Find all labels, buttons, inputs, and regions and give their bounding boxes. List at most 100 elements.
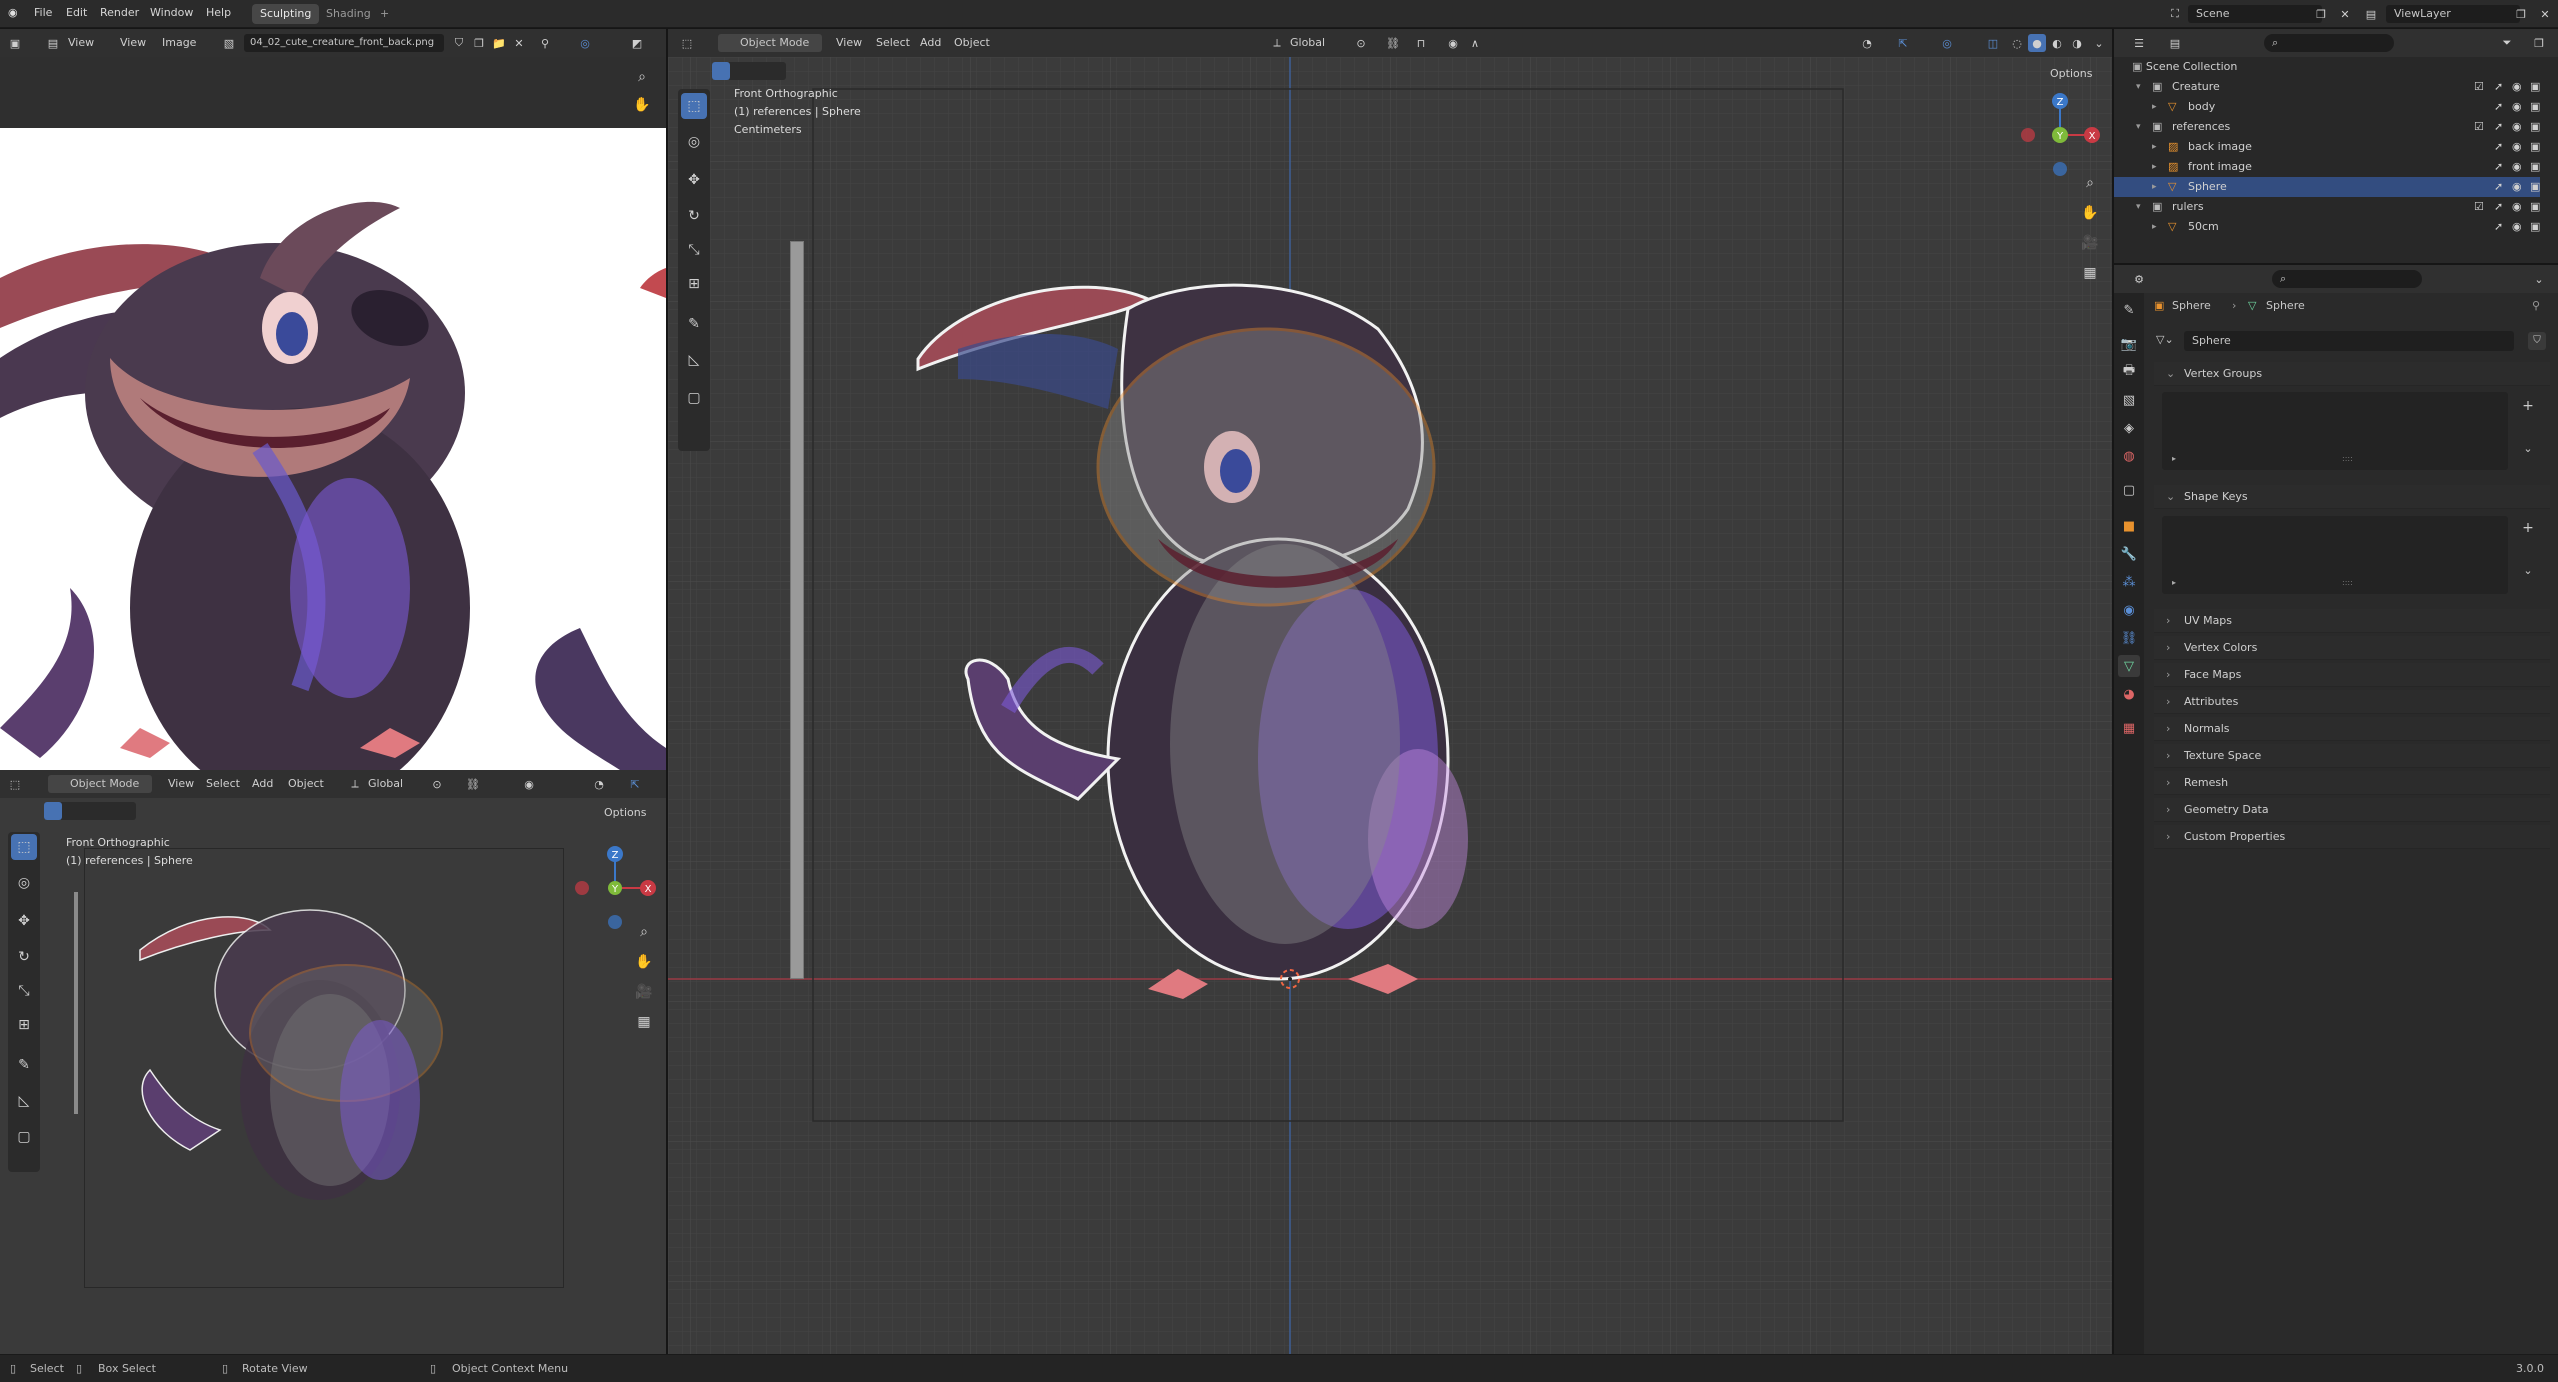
image-name-field[interactable]: 04_02_cute_creature_front_back.png xyxy=(244,34,444,52)
new-collection-icon[interactable]: ❐ xyxy=(2530,34,2548,52)
duplicate-image-icon[interactable]: ❐ xyxy=(470,34,488,52)
visibility-eye-icon[interactable]: ◉ xyxy=(2512,177,2522,197)
outliner-row[interactable]: ▾ ▣ Creature ☑ ➚ ◉ ▣ xyxy=(2114,77,2540,97)
particles-tab-icon[interactable]: ⁂ xyxy=(2118,571,2140,593)
menu-object[interactable]: Object xyxy=(288,775,324,793)
outliner-row[interactable]: ▸ ▽ body ➚ ◉ ▣ xyxy=(2114,97,2540,117)
outliner-row[interactable]: ▸ ▨ front image ➚ ◉ ▣ xyxy=(2114,157,2540,177)
render-tab-icon[interactable]: 📷 xyxy=(2118,333,2140,355)
new-scene-icon[interactable]: ❐ xyxy=(2312,5,2330,23)
cursor-tool-icon[interactable]: ◎ xyxy=(11,870,37,896)
visibility-eye-icon[interactable]: ◉ xyxy=(2512,97,2522,117)
menu-select[interactable]: Select xyxy=(876,34,910,52)
menu-add[interactable]: Add xyxy=(252,775,273,793)
panel-texture-space[interactable]: › Texture Space xyxy=(2154,744,2550,768)
selection-mode-buttons[interactable] xyxy=(712,62,786,80)
annotate-tool-icon[interactable]: ✎ xyxy=(681,311,707,337)
menu-help[interactable]: Help xyxy=(206,6,231,19)
transform-tool-icon[interactable]: ⊞ xyxy=(11,1012,37,1038)
menu-view[interactable]: View xyxy=(120,34,146,52)
options-dropdown[interactable]: Options xyxy=(2050,65,2092,83)
snap-target-icon[interactable]: ⊓ xyxy=(1412,34,1430,52)
filter-icon[interactable]: ⏷ xyxy=(2498,34,2516,52)
snap-icon[interactable]: ⛓ xyxy=(1384,34,1402,52)
measure-tool-icon[interactable]: ◺ xyxy=(681,347,707,373)
render-camera-icon[interactable]: ▣ xyxy=(2530,117,2540,137)
add-workspace-button[interactable]: + xyxy=(372,4,397,24)
visibility-eye-icon[interactable]: ◉ xyxy=(2512,217,2522,237)
object-tab-icon[interactable]: ■ xyxy=(2118,515,2140,537)
panel-remesh[interactable]: › Remesh xyxy=(2154,771,2550,795)
orientation-icon[interactable]: ⟂ xyxy=(346,775,364,793)
rotate-tool-icon[interactable]: ↻ xyxy=(11,944,37,970)
select-new-icon[interactable] xyxy=(712,62,730,80)
viewport-main[interactable]: ⬚ Object Mode View Select Add Object ⟂ G… xyxy=(668,29,2112,1354)
scale-tool-icon[interactable]: ⤡ xyxy=(681,237,707,263)
menu-add[interactable]: Add xyxy=(920,34,941,52)
shape-key-menu-icon[interactable]: ⌄ xyxy=(2518,564,2538,582)
view-mode-icon[interactable]: ▤ xyxy=(44,34,62,52)
zoom-icon[interactable]: ⌕ xyxy=(632,920,656,944)
scale-tool-icon[interactable]: ⤡ xyxy=(11,978,37,1004)
visibility-eye-icon[interactable]: ◉ xyxy=(2512,157,2522,177)
new-viewlayer-icon[interactable]: ❐ xyxy=(2512,5,2530,23)
panel-vertex-colors[interactable]: › Vertex Colors xyxy=(2154,636,2550,660)
select-new-icon[interactable] xyxy=(44,802,62,820)
mesh-data-tab-icon[interactable]: ▽ xyxy=(2118,655,2140,677)
delete-scene-icon[interactable]: ✕ xyxy=(2336,5,2354,23)
selectable-icon[interactable]: ➚ xyxy=(2494,217,2503,237)
transform-tool-icon[interactable]: ⊞ xyxy=(681,271,707,297)
editor-type-icon[interactable]: ☰ xyxy=(2130,34,2148,52)
gizmo-toggle-icon[interactable]: ⇱ xyxy=(1894,34,1912,52)
menu-view[interactable]: View xyxy=(168,775,194,793)
exclude-checkbox[interactable]: ☑ xyxy=(2474,117,2484,137)
shading-solid-icon[interactable]: ● xyxy=(2028,34,2046,52)
mode-selector[interactable]: Object Mode xyxy=(718,34,822,52)
proportional-edit-icon[interactable]: ◉ xyxy=(520,775,538,793)
editor-type-icon[interactable]: ⬚ xyxy=(678,34,696,52)
disclosure-closed-icon[interactable]: ▸ xyxy=(2152,217,2157,237)
panel-normals[interactable]: › Normals xyxy=(2154,717,2550,741)
render-camera-icon[interactable]: ▣ xyxy=(2530,217,2540,237)
pan-hand-icon[interactable]: ✋ xyxy=(2078,201,2102,225)
ortho-grid-icon[interactable]: ▦ xyxy=(632,1010,656,1034)
pan-hand-icon[interactable]: ✋ xyxy=(630,93,654,117)
shading-material-icon[interactable]: ◐ xyxy=(2048,34,2066,52)
render-camera-icon[interactable]: ▣ xyxy=(2530,137,2540,157)
image-view-dropdown[interactable]: View xyxy=(68,34,94,52)
selectable-icon[interactable]: ➚ xyxy=(2494,97,2503,117)
panel-face-maps[interactable]: › Face Maps xyxy=(2154,663,2550,687)
rotate-tool-icon[interactable]: ↻ xyxy=(681,203,707,229)
render-camera-icon[interactable]: ▣ xyxy=(2530,177,2540,197)
zoom-icon[interactable]: ⌕ xyxy=(2078,171,2102,195)
render-camera-icon[interactable]: ▣ xyxy=(2530,197,2540,217)
collection-tab-icon[interactable]: ▢ xyxy=(2118,479,2140,501)
mesh-name-field[interactable]: Sphere xyxy=(2184,331,2514,351)
visibility-icon[interactable]: ◔ xyxy=(1858,34,1876,52)
selectable-icon[interactable]: ➚ xyxy=(2494,137,2503,157)
exclude-checkbox[interactable]: ☑ xyxy=(2474,77,2484,97)
selectable-icon[interactable]: ➚ xyxy=(2494,177,2503,197)
outliner-row[interactable]: ▾ ▣ rulers ☑ ➚ ◉ ▣ xyxy=(2114,197,2540,217)
editor-type-icon[interactable]: ▣ xyxy=(6,34,24,52)
3d-cursor-icon[interactable] xyxy=(1278,967,1302,991)
scene-tab-icon[interactable]: ◈ xyxy=(2118,417,2140,439)
resize-grip-icon[interactable]: :::: xyxy=(2342,578,2353,587)
outliner-row[interactable]: ▸ ▽ 50cm ➚ ◉ ▣ xyxy=(2114,217,2540,237)
vertex-group-menu-icon[interactable]: ⌄ xyxy=(2518,442,2538,460)
disclosure-open-icon[interactable]: ▾ xyxy=(2136,77,2141,97)
fake-user-icon[interactable]: ⛉ xyxy=(450,34,468,52)
menu-select[interactable]: Select xyxy=(206,775,240,793)
camera-view-icon[interactable]: 🎥 xyxy=(2078,231,2102,255)
pin-icon[interactable]: ⚲ xyxy=(536,34,554,52)
gizmo-toggle-icon[interactable]: ⇱ xyxy=(626,775,644,793)
panel-attributes[interactable]: › Attributes xyxy=(2154,690,2550,714)
outliner-root[interactable]: ▣ Scene Collection xyxy=(2114,57,2540,77)
overlays-icon[interactable]: ◎ xyxy=(576,34,594,52)
xray-icon[interactable]: ◫ xyxy=(1984,34,2002,52)
add-shape-key-button[interactable]: + xyxy=(2518,520,2538,538)
expand-icon[interactable]: ▸ xyxy=(2172,578,2176,587)
visibility-eye-icon[interactable]: ◉ xyxy=(2512,77,2522,97)
physics-tab-icon[interactable]: ◉ xyxy=(2118,599,2140,621)
tool-tab-icon[interactable]: ✎ xyxy=(2118,299,2140,321)
